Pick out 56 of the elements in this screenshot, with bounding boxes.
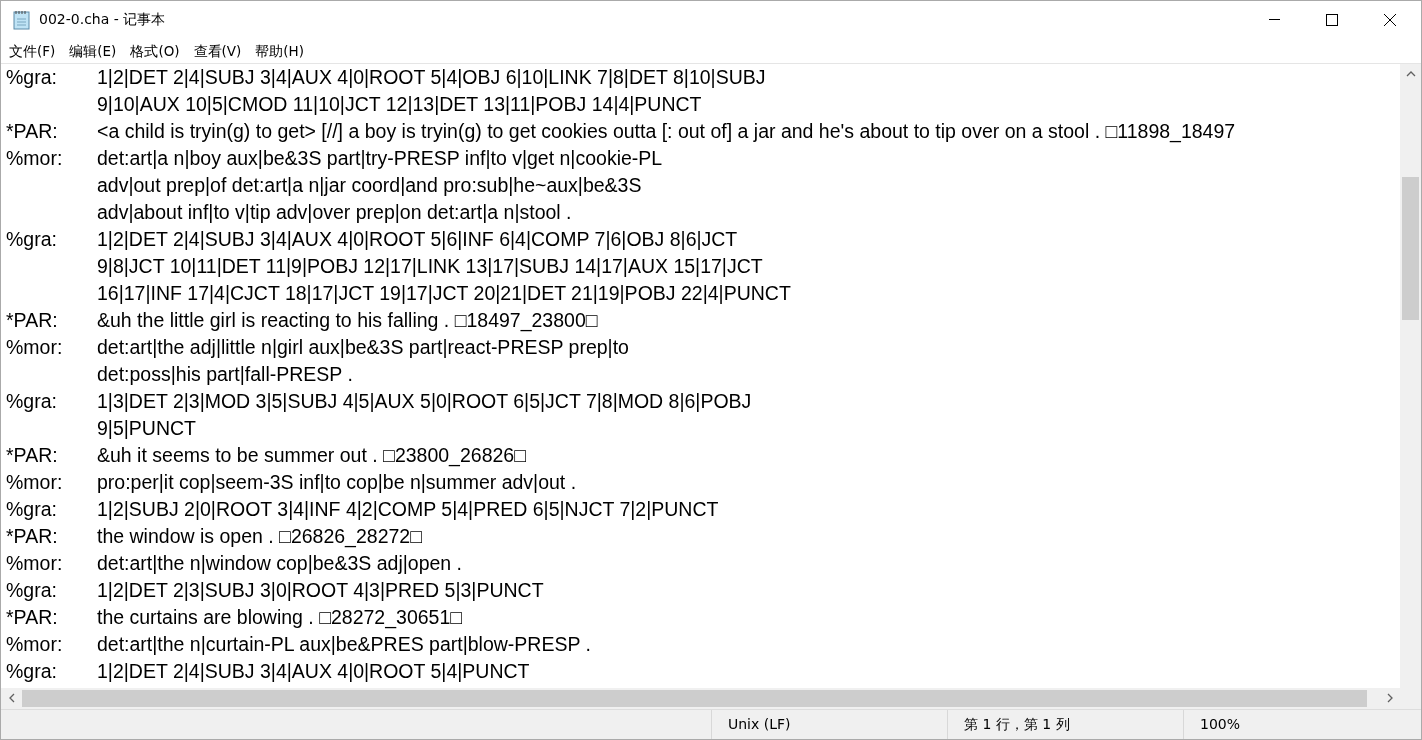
chevron-left-icon [8,693,15,703]
text-line: 1|2|SUBJ 2|0|ROOT 3|4|INF 4|2|COMP 5|4|PRED 6|5|NJCT 7|2|PUNCT [97,498,719,520]
tier-label: %gra: [6,228,57,250]
tier-label: %mor: [6,552,63,574]
notepad-icon [13,9,31,30]
menu-item[interactable]: 编辑(E) [62,39,124,62]
tier-label: %mor: [6,147,63,169]
text-line: 1|2|DET 2|4|SUBJ 3|4|AUX 4|0|ROOT 5|4|PUNCT [97,660,530,682]
text-line: det:art|the n|curtain-PL aux|be&PRES part|blow-PRESP . [97,633,591,655]
tier-label: *PAR: [6,606,58,628]
text-line: det:art|the adj|little n|girl aux|be&3S part|react-PRESP prep|to [97,336,629,358]
tier-label: %gra: [6,660,57,682]
text-line: det:art|a n|boy aux|be&3S part|try-PRESP inf|to v|get n|cookie-PL [97,147,663,169]
cursor-position-status: 第 1 行，第 1 列 [964,715,1070,734]
text-line: adv|out prep|of det:art|a n|jar coord|and pro:sub|he~aux|be&3S [97,174,642,196]
text-line: adv|about inf|to v|tip adv|over prep|on det:art|a n|stool . [97,201,572,223]
text-line: 1|3|DET 2|3|MOD 3|5|SUBJ 4|5|AUX 5|0|ROOT 6|5|JCT 7|8|MOD 8|6|POBJ [97,390,752,412]
text-line: 1|2|DET 2|4|SUBJ 3|4|AUX 4|0|ROOT 5|6|INF 6|4|COMP 7|6|OBJ 8|6|JCT [97,228,738,250]
chevron-right-icon [1386,693,1393,703]
tier-label: %gra: [6,498,57,520]
menu-item[interactable]: 格式(O) [123,39,187,62]
tier-label: *PAR: [6,525,58,547]
window-title: 002-0.cha - 记事本 [39,10,166,29]
chevron-up-icon [1405,71,1416,77]
tier-label: %gra: [6,66,57,88]
maximize-icon [1326,13,1338,26]
tier-label: %gra: [6,579,57,601]
text-line: &uh it seems to be summer out . □23800_26826□ [97,444,526,466]
text-line: the curtains are blowing . □28272_30651□ [97,606,463,628]
text-line: the window is open . □26826_28272□ [97,525,422,547]
tier-label: %mor: [6,336,63,358]
menu-item[interactable]: 文件(F) [2,39,63,62]
text-line: 1|2|DET 2|3|SUBJ 3|0|ROOT 4|3|PRED 5|3|PUNCT [97,579,544,601]
tier-label: *PAR: [6,444,58,466]
menu-item[interactable]: 帮助(H) [248,39,312,62]
scrollbar-thumb[interactable] [1402,177,1419,320]
text-line: pro:per|it cop|seem-3S inf|to cop|be n|summer adv|out . [97,471,577,493]
close-icon [1384,13,1396,26]
text-line: det:art|the n|window cop|be&3S adj|open . [97,552,462,574]
line-ending-status: Unix (LF) [728,715,791,734]
text-line: 9|10|AUX 10|5|CMOD 11|10|JCT 12|13|DET 13|11|POBJ 14|4|PUNCT [97,93,702,115]
text-line: 16|17|INF 17|4|CJCT 18|17|JCT 19|17|JCT 20|21|DET 21|19|POBJ 22|4|PUNCT [97,282,791,304]
tier-label: %mor: [6,471,63,493]
text-line: 9|8|JCT 10|11|DET 11|9|POBJ 12|17|LINK 13|17|SUBJ 14|17|AUX 15|17|JCT [97,255,763,277]
scrollbar-thumb[interactable] [22,690,1367,707]
menu-item[interactable]: 查看(V) [186,39,249,62]
tier-label: %gra: [6,390,57,412]
text-line: 1|2|DET 2|4|SUBJ 3|4|AUX 4|0|ROOT 5|4|OBJ 6|10|LINK 7|8|DET 8|10|SUBJ [97,66,766,88]
text-line: det:poss|his part|fall-PRESP . [97,363,353,385]
zoom-status: 100% [1200,715,1241,734]
tier-label: *PAR: [6,120,58,142]
text-line: <a child is tryin(g) to get> [//] a boy is tryin(g) to get cookies outta [: out of] a jar and he's about to tip over on a stool . □11898_18497 [97,120,1236,142]
tier-label: %mor: [6,633,63,655]
tier-label: *PAR: [6,309,58,331]
text-line: &uh the little girl is reacting to his falling . □18497_23800□ [97,309,598,331]
text-line: 9|5|PUNCT [97,417,196,439]
